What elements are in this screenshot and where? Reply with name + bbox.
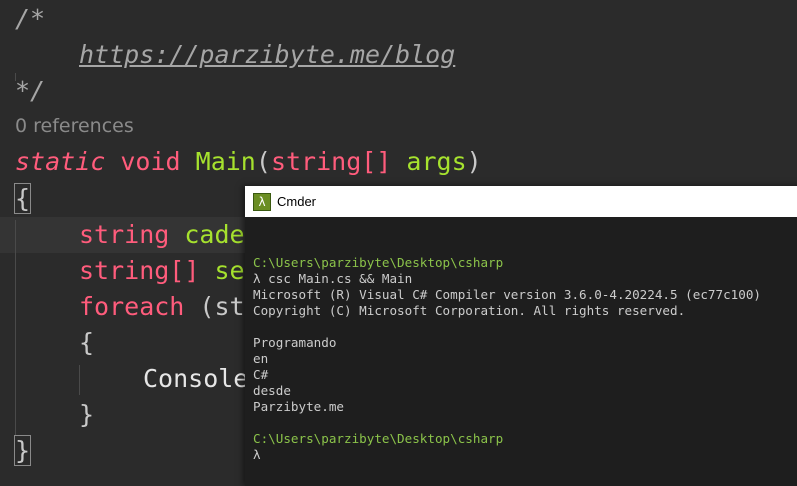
- terminal-output[interactable]: C:\Users\parzibyte\Desktop\csharp λ csc M…: [253, 239, 761, 463]
- code-line: */: [15, 76, 46, 105]
- code-line: foreach (st: [79, 292, 245, 321]
- code-line: /*: [15, 4, 46, 33]
- code-line: https://parzibyte.me/blog: [79, 37, 455, 73]
- code-line: {: [79, 328, 95, 357]
- code-line: }: [79, 400, 95, 429]
- terminal-line: Programando: [253, 335, 337, 350]
- terminal-line: Copyright (C) Microsoft Corporation. All…: [253, 303, 686, 318]
- cmder-window[interactable]: λ Cmder C:\Users\parzibyte\Desktop\cshar…: [245, 186, 797, 486]
- window-titlebar[interactable]: λ Cmder: [245, 186, 797, 217]
- code-line-main: static void Main(string[] args): [15, 147, 482, 176]
- comment-link[interactable]: https://parzibyte.me/blog: [79, 40, 455, 69]
- code-line: string[] se: [79, 256, 245, 285]
- terminal-line: desde: [253, 383, 291, 398]
- code-line: {: [13, 181, 32, 217]
- matched-brace: {: [13, 183, 32, 214]
- indent-guide: [79, 365, 80, 395]
- terminal-line: C#: [253, 367, 269, 382]
- terminal-line: λ: [253, 447, 261, 462]
- lambda-icon: λ: [253, 192, 271, 211]
- terminal-line: λ csc Main.cs && Main: [253, 271, 413, 286]
- indent-guide: [15, 220, 16, 435]
- terminal-line: C:\Users\parzibyte\Desktop\csharp: [253, 431, 504, 446]
- codelens-references[interactable]: 0 references: [15, 115, 134, 137]
- terminal-line: Microsoft (R) Visual C# Compiler version…: [253, 287, 761, 302]
- terminal-line: en: [253, 351, 269, 366]
- code-line: }: [13, 433, 32, 469]
- terminal-line: C:\Users\parzibyte\Desktop\csharp: [253, 255, 504, 270]
- window-title: Cmder: [277, 194, 317, 209]
- matched-brace: }: [13, 435, 32, 466]
- terminal-line: Parzibyte.me: [253, 399, 344, 414]
- code-line: string cade: [79, 220, 245, 249]
- code-line: Console: [143, 364, 249, 393]
